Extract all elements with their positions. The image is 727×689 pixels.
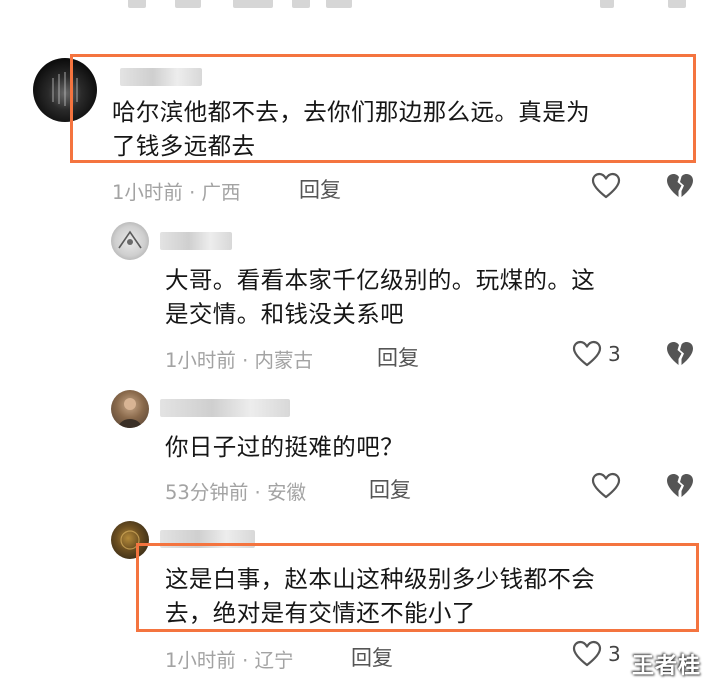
highlight-box: [136, 543, 699, 632]
comment-location: 辽宁: [254, 649, 294, 672]
meta-separator: ·: [235, 649, 255, 672]
comment-meta: 1小时前 · 辽宁: [165, 644, 294, 673]
like-button[interactable]: 3: [572, 640, 621, 668]
heart-outline-icon: [572, 640, 602, 667]
watermark: 王者桂: [632, 654, 702, 679]
reply-button[interactable]: 回复: [351, 642, 393, 672]
like-count: 3: [608, 642, 621, 666]
highlight-box: [70, 54, 696, 163]
comment-time: 1小时前: [165, 649, 236, 672]
